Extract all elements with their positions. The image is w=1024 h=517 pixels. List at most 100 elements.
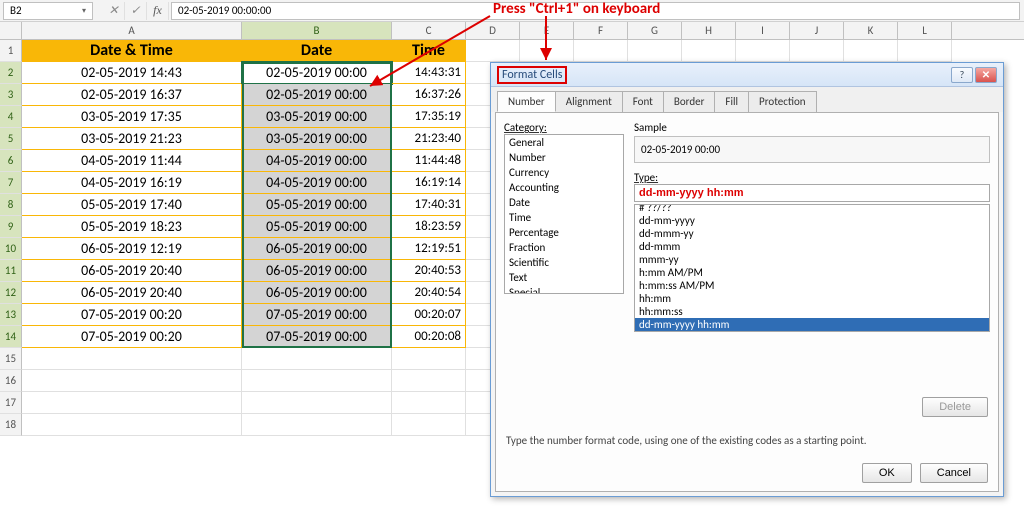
cell[interactable]: 02-05-2019 00:00: [242, 62, 392, 84]
cell[interactable]: 02-05-2019 00:00: [242, 84, 392, 106]
cell[interactable]: 04-05-2019 00:00: [242, 150, 392, 172]
cell[interactable]: 03-05-2019 00:00: [242, 106, 392, 128]
cell[interactable]: [392, 348, 466, 370]
cell[interactable]: 17:40:31: [392, 194, 466, 216]
type-option-item[interactable]: dd-mm-yyyy: [635, 214, 989, 227]
cell[interactable]: 07-05-2019 00:20: [22, 326, 242, 348]
col-header-L[interactable]: L: [898, 22, 952, 39]
col-header-A[interactable]: A: [22, 22, 242, 39]
cell[interactable]: 03-05-2019 00:00: [242, 128, 392, 150]
cell[interactable]: 06-05-2019 00:00: [242, 282, 392, 304]
cell[interactable]: 20:40:54: [392, 282, 466, 304]
cell[interactable]: 06-05-2019 12:19: [22, 238, 242, 260]
cell[interactable]: 03-05-2019 17:35: [22, 106, 242, 128]
cell[interactable]: [22, 414, 242, 436]
cell[interactable]: [22, 392, 242, 414]
col-header-C[interactable]: C: [392, 22, 466, 39]
type-option-listbox[interactable]: # ?/?# ??/??dd-mm-yyyydd-mmm-yydd-mmmmmm…: [634, 204, 990, 332]
row-header[interactable]: 16: [0, 370, 22, 392]
cell[interactable]: 03-05-2019 21:23: [22, 128, 242, 150]
category-item[interactable]: Special: [505, 285, 623, 294]
close-icon[interactable]: ✕: [975, 67, 997, 83]
row-header[interactable]: 10: [0, 238, 22, 260]
type-input[interactable]: [634, 184, 990, 202]
cell[interactable]: 02-05-2019 14:43: [22, 62, 242, 84]
cell[interactable]: 00:20:08: [392, 326, 466, 348]
col-header-G[interactable]: G: [628, 22, 682, 39]
row-header[interactable]: 13: [0, 304, 22, 326]
cell[interactable]: 04-05-2019 16:19: [22, 172, 242, 194]
cell[interactable]: 21:23:40: [392, 128, 466, 150]
cell[interactable]: 16:19:14: [392, 172, 466, 194]
cell[interactable]: 14:43:31: [392, 62, 466, 84]
cell[interactable]: [574, 40, 628, 62]
col-header-H[interactable]: H: [682, 22, 736, 39]
row-header[interactable]: 8: [0, 194, 22, 216]
tab-fill[interactable]: Fill: [714, 91, 749, 112]
type-option-item[interactable]: dd-mm-yyyy hh:mm: [635, 318, 989, 331]
cell[interactable]: [392, 370, 466, 392]
cell[interactable]: 06-05-2019 20:40: [22, 260, 242, 282]
cell[interactable]: [392, 414, 466, 436]
cell[interactable]: [242, 370, 392, 392]
category-item[interactable]: Percentage: [505, 225, 623, 240]
row-header[interactable]: 6: [0, 150, 22, 172]
type-option-item[interactable]: dd-mmm: [635, 240, 989, 253]
row-header[interactable]: 3: [0, 84, 22, 106]
cell[interactable]: [22, 370, 242, 392]
cell[interactable]: [898, 40, 952, 62]
col-header-I[interactable]: I: [736, 22, 790, 39]
col-header-B[interactable]: B: [242, 22, 392, 39]
cell[interactable]: [844, 40, 898, 62]
category-item[interactable]: Accounting: [505, 180, 623, 195]
type-option-item[interactable]: dd-mmm-yy: [635, 227, 989, 240]
fx-icon[interactable]: fx: [147, 2, 169, 20]
row-header[interactable]: 2: [0, 62, 22, 84]
cell[interactable]: 07-05-2019 00:20: [22, 304, 242, 326]
cell[interactable]: Time: [392, 40, 466, 62]
category-item[interactable]: Number: [505, 150, 623, 165]
cell[interactable]: [242, 348, 392, 370]
cell[interactable]: 05-05-2019 00:00: [242, 194, 392, 216]
row-header[interactable]: 17: [0, 392, 22, 414]
cell[interactable]: 00:20:07: [392, 304, 466, 326]
cell[interactable]: [682, 40, 736, 62]
col-header-E[interactable]: E: [520, 22, 574, 39]
ok-button[interactable]: OK: [862, 463, 912, 483]
help-icon[interactable]: ?: [951, 67, 973, 83]
cell[interactable]: 05-05-2019 00:00: [242, 216, 392, 238]
cell[interactable]: 06-05-2019 20:40: [22, 282, 242, 304]
cell[interactable]: 20:40:53: [392, 260, 466, 282]
col-header-F[interactable]: F: [574, 22, 628, 39]
cell[interactable]: 12:19:51: [392, 238, 466, 260]
col-header-K[interactable]: K: [844, 22, 898, 39]
cancel-entry-icon[interactable]: ✕: [103, 2, 125, 20]
delete-button[interactable]: Delete: [922, 397, 988, 417]
cell[interactable]: 07-05-2019 00:00: [242, 326, 392, 348]
category-item[interactable]: Date: [505, 195, 623, 210]
cell[interactable]: 04-05-2019 00:00: [242, 172, 392, 194]
dialog-titlebar[interactable]: Format Cells ? ✕: [491, 63, 1003, 87]
row-header[interactable]: 9: [0, 216, 22, 238]
cell[interactable]: [392, 392, 466, 414]
category-item[interactable]: Text: [505, 270, 623, 285]
cell[interactable]: 05-05-2019 18:23: [22, 216, 242, 238]
tab-alignment[interactable]: Alignment: [555, 91, 623, 112]
type-option-item[interactable]: hh:mm: [635, 292, 989, 305]
cell[interactable]: [628, 40, 682, 62]
type-option-item[interactable]: h:mm AM/PM: [635, 266, 989, 279]
cell[interactable]: 02-05-2019 16:37: [22, 84, 242, 106]
cell[interactable]: [790, 40, 844, 62]
cell[interactable]: [520, 40, 574, 62]
category-item[interactable]: Time: [505, 210, 623, 225]
cell[interactable]: Date: [242, 40, 392, 62]
cell[interactable]: [242, 414, 392, 436]
tab-font[interactable]: Font: [622, 91, 664, 112]
select-all-corner[interactable]: [0, 22, 22, 39]
col-header-D[interactable]: D: [466, 22, 520, 39]
type-option-item[interactable]: hh:mm:ss: [635, 305, 989, 318]
tab-border[interactable]: Border: [663, 91, 716, 112]
cell[interactable]: 06-05-2019 00:00: [242, 260, 392, 282]
row-header[interactable]: 11: [0, 260, 22, 282]
category-item[interactable]: Scientific: [505, 255, 623, 270]
